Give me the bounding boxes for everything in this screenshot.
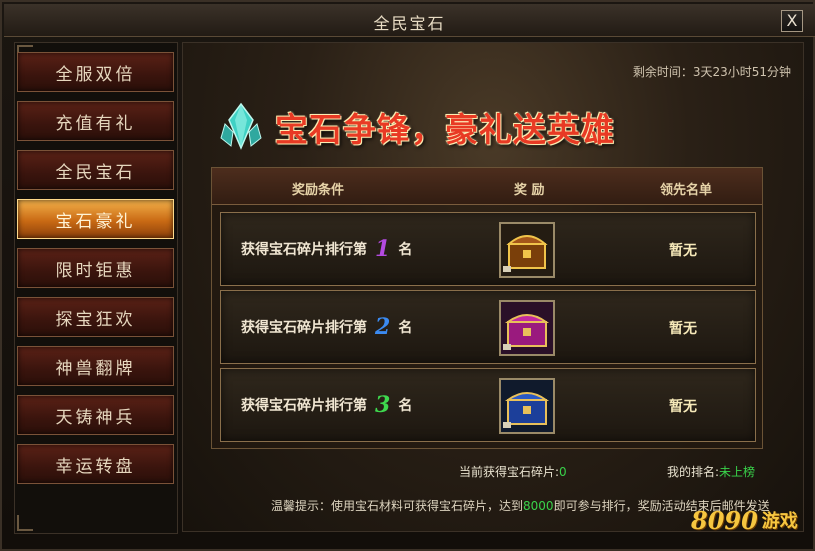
title-bar: 全民宝石 X — [4, 4, 815, 37]
sidebar-item-weapon[interactable]: 天铸神兵 — [17, 395, 174, 435]
gem-icon — [220, 102, 262, 150]
purple-chest-icon — [501, 302, 553, 354]
condition-text: 获得宝石碎片排行第 — [241, 320, 367, 336]
leader-name: 暂无 — [669, 321, 697, 337]
row-condition: 获得宝石碎片排行第 1 名 — [241, 236, 413, 262]
rank-number: 1 — [375, 236, 391, 262]
watermark-number: 8090 — [691, 505, 758, 535]
table-row: 获得宝石碎片排行第 1 名 暂无 — [220, 212, 756, 286]
row-condition: 获得宝石碎片排行第 2 名 — [241, 314, 413, 340]
my-rank: 我的排名:未上榜 — [667, 463, 755, 480]
sidebar-item-gems[interactable]: 全民宝石 — [17, 150, 174, 190]
banner-title: 宝石争锋，豪礼送英雄 — [275, 110, 615, 149]
column-leader: 领先名单 — [660, 183, 713, 198]
condition-suffix: 名 — [398, 320, 413, 336]
sidebar-item-wheel[interactable]: 幸运转盘 — [17, 444, 174, 484]
condition-suffix: 名 — [398, 242, 413, 258]
golden-chest-icon — [501, 224, 553, 276]
sidebar-item-recharge[interactable]: 充值有礼 — [17, 101, 174, 141]
table-row: 获得宝石碎片排行第 3 名 暂无 — [220, 368, 756, 442]
condition-text: 获得宝石碎片排行第 — [241, 242, 367, 258]
hint-threshold: 8000 — [523, 499, 554, 513]
reward-slot[interactable] — [499, 300, 555, 356]
fragment-value: 0 — [559, 465, 567, 479]
site-watermark: 8090 游戏 — [691, 498, 803, 542]
countdown-timer: 剩余时间：3天23小时51分钟 — [632, 65, 791, 79]
sidebar-item-double[interactable]: 全服双倍 — [17, 52, 174, 92]
fragment-count: 当前获得宝石碎片:0 — [459, 463, 567, 480]
table-header: 奖励条件 奖 励 领先名单 — [212, 168, 762, 205]
blue-chest-icon — [501, 380, 553, 432]
game-window: 全民宝石 X 全服双倍 充值有礼 全民宝石 宝石豪礼 限时钜惠 探宝狂欢 神兽翻… — [0, 0, 815, 551]
sidebar-item-beast[interactable]: 神兽翻牌 — [17, 346, 174, 386]
rank-number: 3 — [375, 392, 391, 418]
table-row: 获得宝石碎片排行第 2 名 暂无 — [220, 290, 756, 364]
close-button[interactable]: X — [781, 10, 803, 32]
rank-number: 2 — [375, 314, 391, 340]
my-rank-label: 我的排名: — [667, 465, 720, 479]
corner-ornament — [17, 515, 33, 531]
condition-text: 获得宝石碎片排行第 — [241, 398, 367, 414]
row-condition: 获得宝石碎片排行第 3 名 — [241, 392, 413, 418]
sidebar-item-limited[interactable]: 限时钜惠 — [17, 248, 174, 288]
leader-name: 暂无 — [669, 243, 697, 259]
watermark-text: 游戏 — [761, 511, 798, 532]
reward-slot[interactable] — [499, 222, 555, 278]
column-condition: 奖励条件 — [292, 183, 345, 198]
hint-prefix: 温馨提示：使用宝石材料可获得宝石碎片，达到 — [271, 499, 524, 513]
ranking-table: 奖励条件 奖 励 领先名单 获得宝石碎片排行第 1 名 暂无 获得宝石碎片排行第… — [211, 167, 763, 449]
window-title: 全民宝石 — [373, 14, 446, 33]
fragment-label: 当前获得宝石碎片: — [459, 465, 560, 479]
my-rank-value: 未上榜 — [719, 465, 756, 479]
main-panel: 剩余时间：3天23小时51分钟 宝石争锋，豪礼送英雄 奖励条件 奖 励 领先名单… — [182, 42, 804, 532]
sidebar-item-gem-gifts[interactable]: 宝石豪礼 — [17, 199, 174, 239]
event-banner: 宝石争锋，豪礼送英雄 — [219, 93, 739, 161]
reward-slot[interactable] — [499, 378, 555, 434]
condition-suffix: 名 — [398, 398, 413, 414]
sidebar-item-treasure[interactable]: 探宝狂欢 — [17, 297, 174, 337]
column-reward: 奖 励 — [514, 183, 545, 198]
leader-name: 暂无 — [669, 399, 697, 415]
